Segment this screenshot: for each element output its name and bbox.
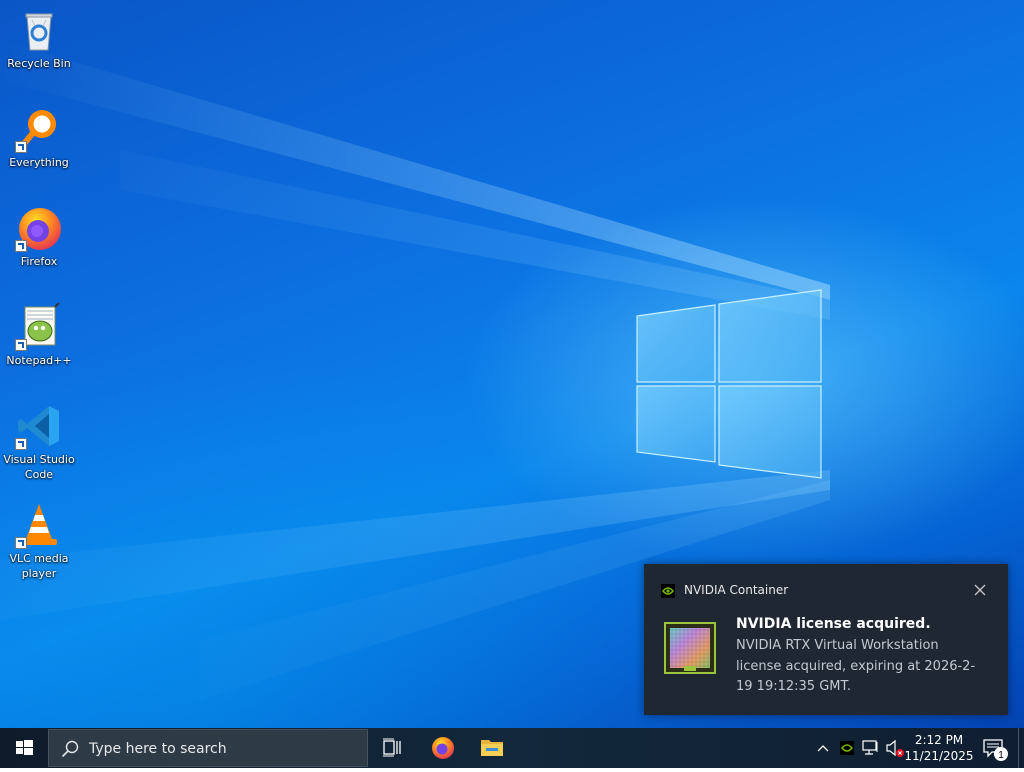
- desktop-icon-label: Visual Studio Code: [3, 453, 75, 481]
- action-center-button[interactable]: 1: [976, 728, 1016, 768]
- desktop-icon-vlc[interactable]: VLC media player: [0, 501, 78, 581]
- notification-app-name: NVIDIA Container: [684, 583, 789, 597]
- search-placeholder: Type here to search: [89, 741, 227, 757]
- vlc-cone-icon: [15, 501, 63, 549]
- taskbar-search-box[interactable]: Type here to search: [48, 729, 368, 767]
- taskbar-firefox-button[interactable]: [418, 728, 466, 768]
- network-icon[interactable]: [859, 728, 883, 768]
- nvidia-icon: [661, 584, 675, 598]
- shortcut-arrow-icon: [15, 240, 27, 252]
- notification-title: NVIDIA license acquired.: [736, 616, 931, 632]
- desktop-icon-notepadpp[interactable]: Notepad++: [0, 302, 78, 368]
- notification-toast[interactable]: NVIDIA Container NVIDIA license acquired…: [644, 564, 1008, 715]
- show-desktop-button[interactable]: [1018, 728, 1024, 768]
- shortcut-arrow-icon: [15, 141, 27, 153]
- windows-start-icon: [16, 740, 33, 755]
- firefox-icon: [15, 204, 63, 252]
- search-icon: [61, 740, 79, 758]
- shortcut-arrow-icon: [15, 339, 27, 351]
- shortcut-arrow-icon: [15, 537, 27, 549]
- shortcut-arrow-icon: [15, 438, 27, 450]
- desktop-icon-recycle-bin[interactable]: Recycle Bin: [0, 6, 78, 71]
- firefox-icon: [432, 737, 454, 759]
- taskbar: Type here to search 2:12 PM 11/21/2025 1: [0, 728, 1024, 768]
- everything-magnifier-icon: [15, 105, 63, 153]
- task-view-icon: [383, 738, 401, 757]
- start-button[interactable]: [0, 728, 48, 768]
- notification-center-icon: 1: [983, 739, 1008, 761]
- desktop-icon-vscode[interactable]: Visual Studio Code: [0, 402, 78, 482]
- notepadpp-icon: [15, 302, 63, 351]
- desktop-icon-label: VLC media player: [9, 552, 69, 580]
- clock-time: 2:12 PM: [914, 733, 964, 747]
- taskbar-clock[interactable]: 2:12 PM 11/21/2025: [904, 732, 974, 764]
- notification-count-badge: 1: [998, 750, 1004, 761]
- recycle-bin-icon: [15, 6, 63, 54]
- desktop-background[interactable]: Recycle Bin Everything Firefox Notepad++…: [0, 0, 1024, 728]
- show-hidden-icons-chevron[interactable]: [811, 728, 835, 768]
- desktop-icon-everything[interactable]: Everything: [0, 105, 78, 170]
- notification-body: NVIDIA RTX Virtual Workstation license a…: [736, 638, 976, 694]
- desktop-icon-firefox[interactable]: Firefox: [0, 204, 78, 269]
- taskbar-file-explorer-button[interactable]: [468, 728, 516, 768]
- gpu-chip-icon: [664, 622, 716, 674]
- file-explorer-icon: [481, 740, 503, 756]
- clock-date: 11/21/2025: [904, 749, 974, 763]
- nvidia-tray-icon[interactable]: [835, 728, 859, 768]
- vscode-icon: [15, 402, 63, 450]
- task-view-button[interactable]: [368, 728, 416, 768]
- desktop-icon-label: Everything: [9, 156, 69, 169]
- desktop-icon-label: Recycle Bin: [7, 57, 71, 70]
- desktop-icon-label: Notepad++: [6, 354, 72, 367]
- close-icon[interactable]: [970, 580, 990, 600]
- desktop-icon-label: Firefox: [20, 255, 58, 268]
